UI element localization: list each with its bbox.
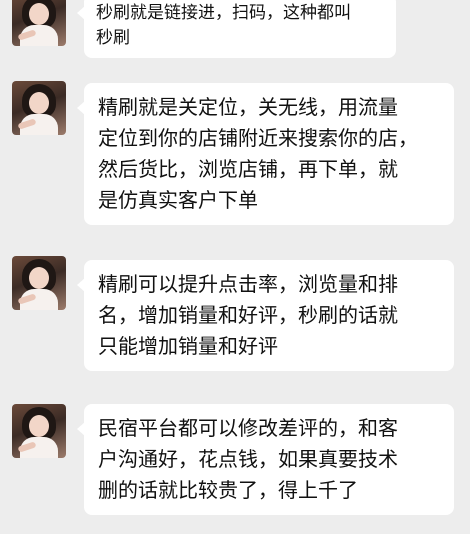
avatar[interactable] <box>12 404 66 458</box>
message-text-line: 定位到你的店铺附近来搜索你的店， <box>98 126 418 150</box>
message-text-line: 户沟通好，花点钱，如果真要技术 <box>98 447 398 471</box>
message-bubble[interactable]: 精刷可以提升点击率，浏览量和排 名，增加销量和好评，秒刷的话就 只能增加销量和好… <box>77 260 454 371</box>
message-text-line: 删的话就比较贵了，得上千了 <box>98 478 358 502</box>
message-text-line: 精刷可以提升点击率，浏览量和排 <box>98 272 398 296</box>
avatar-face <box>29 3 49 25</box>
avatar-face <box>29 415 49 437</box>
message-text-line: 是仿真实客户下单 <box>98 188 258 212</box>
message-bubble[interactable]: 秒刷就是链接进，扫码，这种都叫 秒刷 <box>77 0 396 58</box>
message-text-line: 名，增加销量和好评，秒刷的话就 <box>98 303 398 327</box>
message-text-line: 精刷就是关定位，关无线，用流量 <box>98 95 398 119</box>
avatar[interactable] <box>12 81 66 135</box>
message-text-line: 民宿平台都可以修改差评的，和客 <box>98 416 398 440</box>
avatar[interactable] <box>12 0 66 46</box>
avatar[interactable] <box>12 256 66 310</box>
message-text-line: 然后货比，浏览店铺，再下单，就 <box>98 157 398 181</box>
message-text-line: 秒刷就是链接进，扫码，这种都叫 <box>96 3 351 23</box>
avatar-face <box>29 92 49 114</box>
message-bubble[interactable]: 精刷就是关定位，关无线，用流量 定位到你的店铺附近来搜索你的店， 然后货比，浏览… <box>77 83 454 225</box>
avatar-face <box>29 267 49 289</box>
message-bubble[interactable]: 民宿平台都可以修改差评的，和客 户沟通好，花点钱，如果真要技术 删的话就比较贵了… <box>77 404 454 515</box>
message-text-line: 只能增加销量和好评 <box>98 334 278 358</box>
message-text-line: 秒刷 <box>96 28 130 48</box>
